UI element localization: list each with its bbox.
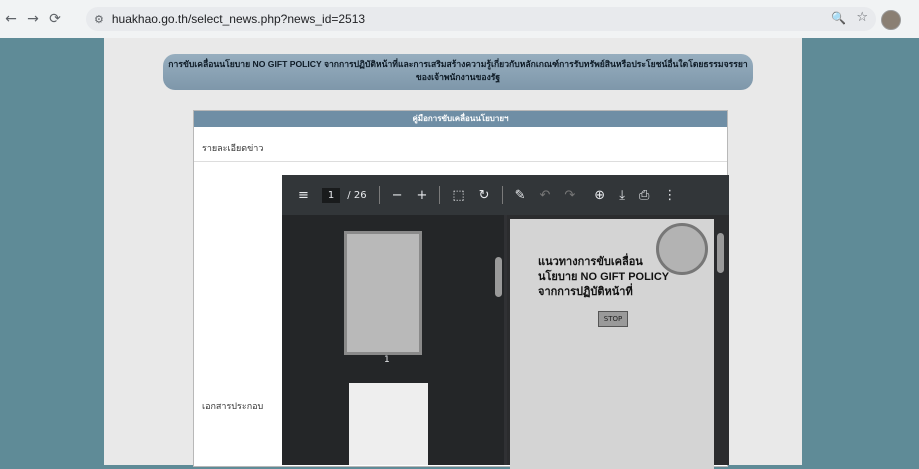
document-scrollbar[interactable] [717, 233, 724, 273]
divider [194, 161, 727, 162]
url-text: huakhao.go.th/select_news.php?news_id=25… [111, 12, 366, 26]
bookmark-star-icon[interactable]: ☆ [856, 10, 868, 25]
page-total: / 26 [347, 189, 367, 201]
save-icon[interactable]: ⊕ [594, 188, 605, 203]
redo-icon[interactable]: ↷ [564, 188, 575, 203]
zoom-icon[interactable]: 🔍 [831, 11, 846, 25]
profile-avatar[interactable] [881, 10, 901, 30]
rotate-icon[interactable]: ↻ [479, 188, 490, 203]
pdf-viewer: ≡ 1 / 26 − + ⬚ ↻ ✎ ↶ ↷ ⊕ ⤓ ⎙ ⋮ 1 แนวทางก… [282, 175, 729, 469]
draw-icon[interactable]: ✎ [515, 188, 526, 203]
card-header: คู่มือการขับเคลื่อนนโยบายฯ [194, 111, 727, 127]
print-icon[interactable]: ⎙ [639, 188, 649, 203]
pdf-toolbar: ≡ 1 / 26 − + ⬚ ↻ ✎ ↶ ↷ ⊕ ⤓ ⎙ ⋮ [282, 175, 729, 215]
address-bar[interactable]: ⚙ huakhao.go.th/select_news.php?news_id=… [86, 7, 876, 31]
cover-title-line3: จากการปฏิบัติหน้าที่ [538, 286, 633, 298]
fit-page-icon[interactable]: ⬚ [452, 188, 464, 203]
thumbnail-number: 1 [384, 355, 390, 365]
page-thumbnail-2[interactable] [349, 383, 428, 465]
detail-label: รายละเอียดข่าว [202, 143, 264, 153]
cover-title-line2: นโยบาย NO GIFT POLICY [538, 271, 670, 283]
cover-title-line1: แนวทางการขับเคลื่อน [538, 256, 643, 268]
zoom-in-icon[interactable]: + [416, 188, 427, 203]
separator [501, 186, 503, 204]
cover-title: แนวทางการขับเคลื่อน นโยบาย NO GIFT POLIC… [538, 255, 669, 300]
separator [439, 186, 441, 204]
forward-arrow-icon[interactable]: → [22, 11, 44, 27]
page-thumbnail[interactable] [344, 231, 422, 355]
undo-icon[interactable]: ↶ [539, 188, 550, 203]
more-icon[interactable]: ⋮ [663, 188, 676, 203]
reload-icon[interactable]: ⟳ [44, 11, 66, 27]
page-body: การขับเคลื่อนนโยบาย NO GIFT POLICY จากกา… [104, 38, 802, 469]
thumbnail-scrollbar[interactable] [495, 257, 502, 297]
attachment-label: เอกสารประกอบ [202, 401, 264, 411]
stop-sign: STOP [598, 311, 628, 327]
news-title: การขับเคลื่อนนโยบาย NO GIFT POLICY จากกา… [163, 54, 753, 90]
separator [378, 186, 380, 204]
zoom-out-icon[interactable]: − [392, 188, 403, 203]
site-info-icon[interactable]: ⚙ [94, 13, 104, 26]
download-icon[interactable]: ⤓ [619, 188, 625, 203]
browser-toolbar: ← → ⟳ ⚙ huakhao.go.th/select_news.php?ne… [0, 0, 919, 38]
thumbnail-panel: 1 [282, 215, 504, 465]
menu-icon[interactable]: ≡ [298, 188, 309, 203]
document-page: แนวทางการขับเคลื่อน นโยบาย NO GIFT POLIC… [510, 219, 714, 469]
page-number-input[interactable]: 1 [321, 187, 341, 203]
back-arrow-icon[interactable]: ← [0, 11, 22, 27]
document-view: แนวทางการขับเคลื่อน นโยบาย NO GIFT POLIC… [507, 215, 729, 469]
